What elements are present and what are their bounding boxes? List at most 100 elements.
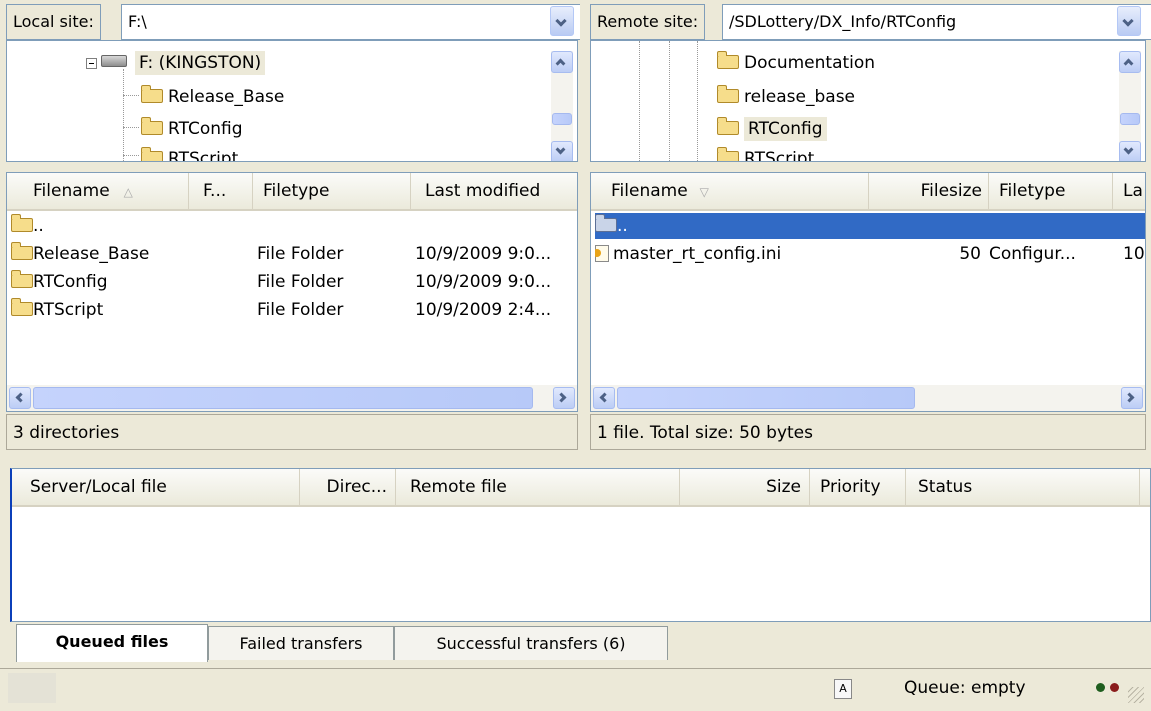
scroll-left-icon[interactable] [593, 387, 615, 409]
pane-splitter[interactable] [580, 0, 588, 458]
tree-item-label: Release_Base [168, 87, 285, 107]
remote-tree-scrollbar[interactable] [1119, 51, 1141, 161]
list-item[interactable]: master_rt_config.ini 50 Configur... 10 [595, 241, 1145, 267]
file-modified: 10/9/2009 9:0... [415, 272, 552, 292]
tree-item-release-base[interactable]: Release_Base [141, 83, 284, 111]
scroll-thumb[interactable] [617, 387, 915, 409]
column-label: Filename [33, 181, 110, 201]
file-type: File Folder [257, 244, 344, 264]
tree-item-documentation[interactable]: Documentation [717, 49, 875, 77]
tree-item-release-base[interactable]: release_base [717, 83, 855, 111]
column-filesize[interactable]: F... [189, 173, 253, 209]
list-item[interactable]: RTScript File Folder 10/9/2009 2:4... [11, 297, 571, 323]
remote-site-label: Remote site: [590, 4, 706, 40]
column-status[interactable]: Status [906, 469, 1140, 505]
file-type: Configur... [989, 244, 1076, 264]
resize-grip-icon[interactable] [1128, 687, 1144, 703]
tree-item-rtconfig[interactable]: RTConfig [141, 115, 243, 143]
folder-icon [717, 117, 739, 135]
remote-path-input[interactable]: /SDLottery/DX_Info/RTConfig [722, 4, 1151, 40]
file-name: Release_Base [33, 244, 150, 264]
collapse-toggle-icon[interactable] [86, 58, 97, 69]
local-tree-scrollbar[interactable] [551, 51, 573, 161]
file-name: .. [33, 216, 44, 236]
local-list-header: Filename △ F... Filetype Last modified [7, 173, 577, 211]
local-horizontal-scrollbar[interactable] [7, 385, 577, 411]
sort-ascending-icon: △ [123, 185, 133, 199]
tree-item-label: RTConfig [744, 117, 827, 141]
tree-item-label: release_base [744, 87, 856, 107]
local-path-input[interactable]: F:\ [121, 4, 589, 40]
local-site-label: Local site: [6, 4, 101, 40]
local-site-bar: Local site: F:\ [0, 0, 589, 40]
tree-item-rtscript[interactable]: RTScript [717, 145, 815, 162]
remote-directory-tree: Documentation release_base RTConfig RTSc… [590, 40, 1146, 162]
folder-icon [595, 214, 617, 232]
list-item[interactable]: .. [595, 213, 1145, 239]
folder-icon [11, 242, 33, 260]
file-name: RTScript [33, 300, 104, 320]
folder-icon [11, 214, 33, 232]
column-last-modified[interactable]: La [1113, 173, 1145, 209]
file-modified: 10 [1123, 244, 1145, 264]
remote-path-dropdown-button[interactable] [1117, 6, 1141, 36]
activity-led-red-icon [1110, 683, 1119, 692]
file-modified: 10/9/2009 2:4... [415, 300, 552, 320]
folder-question-icon [717, 147, 739, 161]
column-filesize[interactable]: Filesize [869, 173, 989, 209]
remote-file-list: Filename ▽ Filesize Filetype La .. master… [590, 172, 1146, 412]
folder-icon [717, 85, 739, 103]
config-file-icon [595, 245, 609, 262]
column-filename[interactable]: Filename ▽ [591, 173, 869, 209]
status-bar-left-section [8, 673, 56, 703]
transfer-queue: Server/Local file Direc... Remote file S… [10, 468, 1151, 622]
local-file-list: Filename △ F... Filetype Last modified ..… [6, 172, 578, 412]
speed-limit-icon[interactable]: A [834, 679, 852, 699]
column-remote-file[interactable]: Remote file [396, 469, 680, 505]
list-item[interactable]: .. [11, 213, 571, 239]
list-item[interactable]: Release_Base File Folder 10/9/2009 9:0..… [11, 241, 571, 267]
column-direction[interactable]: Direc... [300, 469, 396, 505]
column-filename[interactable]: Filename △ [7, 173, 189, 209]
scroll-right-icon[interactable] [1121, 387, 1143, 409]
tree-item-label: RTScript [744, 149, 815, 162]
scroll-left-icon[interactable] [9, 387, 31, 409]
column-size[interactable]: Size [680, 469, 810, 505]
tree-item-rtscript[interactable]: RTScript [141, 145, 238, 161]
scroll-thumb[interactable] [33, 387, 533, 409]
folder-icon [141, 117, 163, 135]
remote-horizontal-scrollbar[interactable] [591, 385, 1145, 411]
folder-icon [11, 298, 33, 316]
scroll-up-icon[interactable] [1119, 51, 1141, 73]
column-last-modified[interactable]: Last modified [411, 173, 577, 209]
scroll-down-icon[interactable] [551, 141, 573, 161]
scroll-down-icon[interactable] [1119, 141, 1141, 161]
remote-site-bar: Remote site: /SDLottery/DX_Info/RTConfig [584, 0, 1151, 40]
column-filetype[interactable]: Filetype [989, 173, 1113, 209]
file-name: master_rt_config.ini [613, 244, 782, 264]
tree-item-kingston[interactable]: F: (KINGSTON) [101, 49, 266, 77]
scroll-thumb[interactable] [552, 113, 572, 125]
file-name: .. [617, 216, 628, 236]
scroll-right-icon[interactable] [553, 387, 575, 409]
local-path-dropdown-button[interactable] [550, 6, 574, 36]
tab-failed-transfers[interactable]: Failed transfers [208, 626, 394, 660]
tab-queued-files[interactable]: Queued files [16, 624, 208, 662]
file-type: File Folder [257, 300, 344, 320]
tree-item-rtconfig[interactable]: RTConfig [717, 115, 827, 143]
column-priority[interactable]: Priority [810, 469, 906, 505]
scroll-up-icon[interactable] [551, 51, 573, 73]
list-item[interactable]: RTConfig File Folder 10/9/2009 9:0... [11, 269, 571, 295]
tree-item-label: RTConfig [168, 119, 243, 139]
activity-led-green-icon [1096, 683, 1105, 692]
scroll-thumb[interactable] [1120, 113, 1140, 125]
status-bar: A Queue: empty [0, 668, 1151, 708]
folder-icon [141, 85, 163, 103]
tab-successful-transfers[interactable]: Successful transfers (6) [394, 626, 668, 660]
tree-item-label: F: (KINGSTON) [135, 51, 266, 75]
column-server-local-file[interactable]: Server/Local file [12, 469, 300, 505]
folder-icon [717, 51, 739, 69]
column-label: Filename [611, 181, 688, 201]
column-filetype[interactable]: Filetype [253, 173, 411, 209]
remote-status-text: 1 file. Total size: 50 bytes [590, 414, 1146, 450]
